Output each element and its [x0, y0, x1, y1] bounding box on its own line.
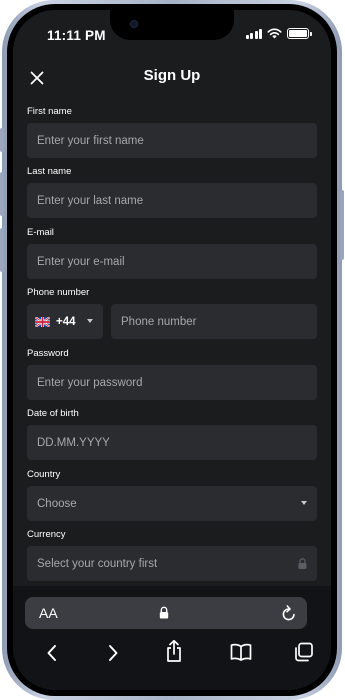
status-time: 11:11 PM [47, 28, 106, 43]
back-icon[interactable] [45, 642, 59, 664]
front-camera [130, 20, 138, 28]
dob-input[interactable]: DD.MM.YYYY [27, 425, 317, 460]
chevron-down-icon [87, 319, 93, 323]
lock-icon [298, 558, 307, 569]
phone-number-input[interactable]: Phone number [111, 304, 317, 339]
bookmarks-icon[interactable] [230, 643, 252, 661]
wifi-icon [267, 28, 282, 39]
password-input[interactable]: Enter your password [27, 365, 317, 400]
status-bar: 11:11 PM [13, 10, 331, 54]
screen: 11:11 PM Sign Up First name Enter your f… [13, 10, 331, 690]
email-field: E-mail Enter your e-mail [27, 227, 317, 279]
browser-nav [13, 639, 331, 672]
country-code-select[interactable]: +44 [27, 304, 103, 339]
currency-field: Currency Select your country first [27, 529, 317, 581]
side-button [0, 128, 4, 152]
status-icons [245, 28, 312, 39]
phone-number-placeholder: Phone number [121, 315, 197, 328]
text-size-button[interactable]: AA [39, 605, 58, 621]
password-field: Password Enter your password [27, 348, 317, 400]
password-label: Password [27, 348, 69, 359]
first-name-placeholder: Enter your first name [37, 134, 144, 147]
dob-field: Date of birth DD.MM.YYYY [27, 408, 317, 460]
last-name-field: Last name Enter your last name [27, 166, 317, 218]
first-name-field: First name Enter your first name [27, 106, 317, 158]
browser-toolbar: AA [13, 586, 331, 690]
uk-flag-icon [35, 316, 50, 327]
text-size-label: AA [39, 605, 58, 621]
country-select-value: Choose [37, 497, 77, 510]
volume-up-button [0, 172, 4, 216]
header: Sign Up [13, 54, 331, 98]
signal-icon [245, 28, 262, 39]
battery-icon [287, 28, 312, 39]
currency-label: Currency [27, 529, 66, 540]
lock-icon [159, 606, 169, 619]
phone-bezel: 11:11 PM Sign Up First name Enter your f… [7, 4, 337, 696]
first-name-input[interactable]: Enter your first name [27, 123, 317, 158]
page-title: Sign Up [143, 67, 201, 84]
currency-select-value: Select your country first [37, 557, 158, 570]
phone-frame: 11:11 PM Sign Up First name Enter your f… [0, 0, 344, 700]
last-name-label: Last name [27, 166, 72, 177]
email-placeholder: Enter your e-mail [37, 255, 125, 268]
currency-select[interactable]: Select your country first [27, 546, 317, 581]
reload-icon[interactable] [281, 604, 297, 622]
password-placeholder: Enter your password [37, 376, 143, 389]
first-name-label: First name [27, 106, 72, 117]
country-code-value: +44 [56, 315, 76, 328]
phone-label: Phone number [27, 287, 90, 298]
country-field: Country Choose [27, 469, 317, 521]
phone-field: Phone number +44 Phone number [27, 287, 317, 339]
country-label: Country [27, 469, 61, 480]
address-bar[interactable]: AA [25, 597, 307, 629]
country-select[interactable]: Choose [27, 486, 317, 521]
chevron-down-icon [301, 501, 307, 505]
power-button [340, 190, 344, 260]
notch [110, 10, 234, 40]
forward-icon[interactable] [106, 642, 120, 664]
last-name-placeholder: Enter your last name [37, 194, 144, 207]
tabs-icon[interactable] [294, 642, 314, 662]
dob-placeholder: DD.MM.YYYY [37, 436, 110, 449]
share-icon[interactable] [165, 639, 183, 663]
dob-label: Date of birth [27, 408, 79, 419]
phone-row: +44 Phone number [27, 304, 317, 339]
email-input[interactable]: Enter your e-mail [27, 244, 317, 279]
last-name-input[interactable]: Enter your last name [27, 183, 317, 218]
email-label: E-mail [27, 227, 54, 238]
volume-down-button [0, 228, 4, 272]
